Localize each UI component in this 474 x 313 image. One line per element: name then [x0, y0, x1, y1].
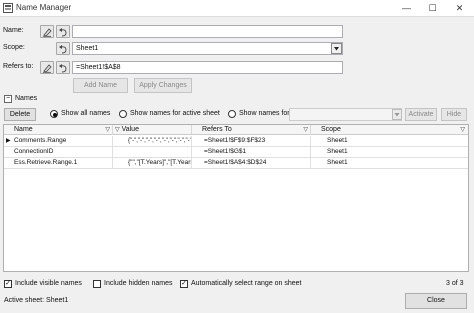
checkmark-icon: ✓ — [181, 280, 187, 287]
include-hidden-label: Include hidden names — [104, 280, 173, 287]
column-header-value-label: Value — [121, 126, 139, 133]
include-visible-label: Include visible names — [15, 280, 82, 287]
refers-to-label: Refers to: — [3, 63, 34, 70]
filter-funnel-icon[interactable]: ▽ — [115, 127, 120, 133]
table-row[interactable]: ▶ Comments.Range {"-","-","-","-","-","-… — [4, 136, 468, 147]
filter-funnel-icon[interactable]: ▽ — [105, 125, 110, 135]
undo-icon — [59, 64, 67, 73]
maximize-button[interactable]: ☐ — [419, 0, 446, 17]
filter-funnel-icon[interactable]: ▽ — [303, 125, 308, 135]
cell-scope: Sheet1 — [311, 147, 468, 158]
column-header-name-label: Name — [14, 126, 33, 133]
column-header-name[interactable]: Name ▽ — [4, 125, 113, 135]
chevron-down-icon — [334, 47, 339, 51]
undo-icon — [59, 45, 67, 54]
refers-to-field[interactable]: =Sheet1!$A$8 — [72, 61, 343, 74]
column-header-scope-label: Scope — [321, 126, 341, 133]
apply-changes-button[interactable]: Apply Changes — [134, 78, 192, 93]
cell-value — [113, 147, 192, 158]
show-for-select[interactable] — [289, 108, 402, 121]
column-header-value[interactable]: ▽ Value — [113, 125, 192, 135]
chevron-down-icon — [394, 113, 400, 117]
names-section-title: Names — [15, 95, 38, 102]
app-icon — [3, 3, 13, 13]
auto-select-label: Automatically select range on sheet — [191, 280, 302, 287]
cell-scope: Sheet1 — [311, 158, 468, 169]
title-bar: Name Manager — ☐ ✕ — [0, 0, 474, 17]
pencil-eraser-icon — [43, 28, 52, 37]
scope-label: Scope: — [3, 44, 25, 51]
scope-value: Sheet1 — [76, 45, 99, 52]
names-table: Name ▽ ▽ Value Refers To ▽ Scope ▽ ▶ Com… — [3, 124, 469, 272]
undo-refers-button[interactable] — [56, 61, 70, 74]
undo-scope-button[interactable] — [56, 42, 70, 55]
cell-scope: Sheet1 — [311, 136, 468, 147]
names-count: 3 of 3 — [446, 280, 464, 287]
minimize-button[interactable]: — — [393, 0, 420, 17]
show-all-radio[interactable] — [50, 110, 58, 118]
active-sheet-label: Active sheet: Sheet1 — [4, 297, 69, 304]
checkmark-icon: ✓ — [5, 280, 11, 287]
close-button[interactable]: Close — [405, 293, 467, 309]
cell-value: {"-","-","-","-","-","-","-","-","-","-"… — [113, 136, 192, 147]
cell-name: Ess.Retrieve.Range.1 — [4, 158, 113, 169]
close-window-button[interactable]: ✕ — [446, 0, 473, 17]
cell-name: Comments.Range — [4, 136, 113, 147]
hide-button[interactable]: Hide — [441, 108, 467, 121]
column-header-scope[interactable]: Scope ▽ — [311, 125, 468, 135]
table-row[interactable]: ConnectionID =Sheet1!$G$1 Sheet1 — [4, 147, 468, 158]
filter-funnel-icon[interactable]: ▽ — [460, 125, 465, 135]
show-for-radio[interactable] — [228, 110, 236, 118]
undo-name-button[interactable] — [56, 25, 70, 38]
cell-refers-to: =Sheet1!$F$9:$F$23 — [192, 136, 311, 147]
undo-icon — [59, 28, 67, 37]
name-field[interactable] — [72, 25, 343, 38]
show-for-dropdown-button[interactable] — [392, 109, 402, 120]
show-for-label: Show names for: — [239, 110, 292, 117]
include-visible-checkbox[interactable]: ✓ — [4, 280, 12, 288]
edit-name-button[interactable] — [40, 25, 54, 38]
show-active-radio[interactable] — [119, 110, 127, 118]
cell-name: ConnectionID — [4, 147, 113, 158]
cell-refers-to: =Sheet1!$G$1 — [192, 147, 311, 158]
cell-value: {"","[T.Years]","[T.Years... — [113, 158, 192, 169]
table-row[interactable]: Ess.Retrieve.Range.1 {"","[T.Years]","[T… — [4, 158, 468, 169]
include-hidden-checkbox[interactable] — [93, 280, 101, 288]
scope-dropdown-button[interactable] — [331, 43, 342, 54]
window-title: Name Manager — [16, 3, 72, 12]
pencil-eraser-icon — [43, 64, 52, 73]
auto-select-checkbox[interactable]: ✓ — [180, 280, 188, 288]
column-header-refers-to-label: Refers To — [202, 126, 232, 133]
names-collapse-toggle[interactable]: − — [4, 95, 12, 103]
show-active-label: Show names for active sheet — [130, 110, 220, 117]
edit-refers-button[interactable] — [40, 61, 54, 74]
activate-button[interactable]: Activate — [405, 108, 437, 121]
column-header-refers-to[interactable]: Refers To ▽ — [192, 125, 311, 135]
cell-refers-to: =Sheet1!$A$4:$D$24 — [192, 158, 311, 169]
delete-button[interactable]: Delete — [4, 108, 36, 121]
scope-select[interactable]: Sheet1 — [72, 42, 343, 55]
show-all-label: Show all names — [61, 110, 111, 117]
name-label: Name: — [3, 27, 24, 34]
add-name-button[interactable]: Add Name — [73, 78, 128, 93]
